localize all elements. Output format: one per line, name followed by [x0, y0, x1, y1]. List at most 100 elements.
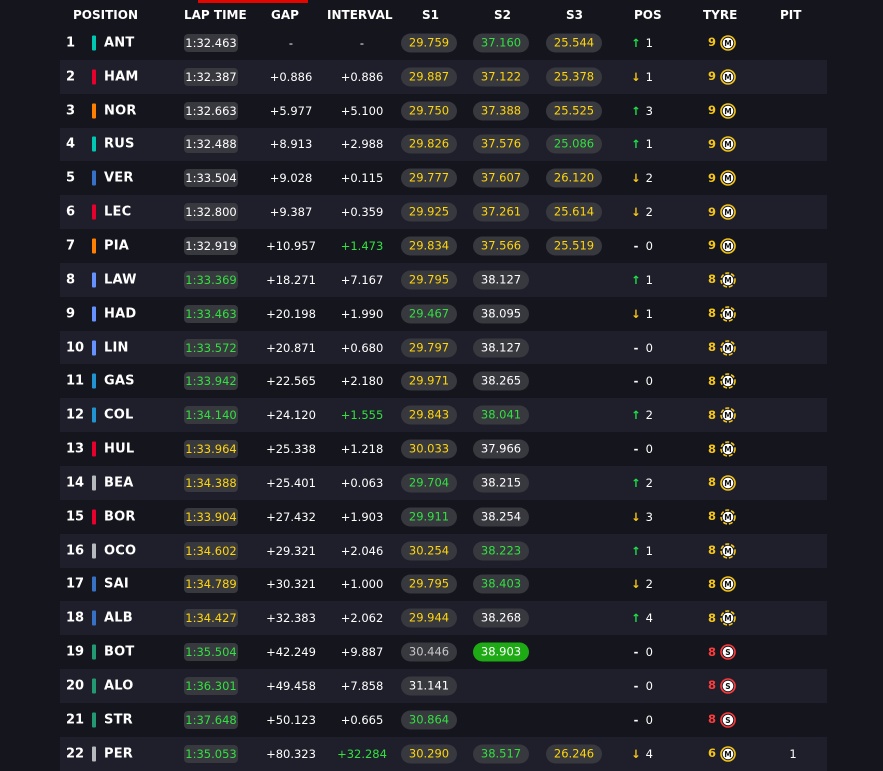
- position-change: ↓ 2: [630, 205, 660, 219]
- table-row[interactable]: 3 NOR 1:32.663 +5.977 +5.100 29.750 37.3…: [60, 93, 827, 128]
- driver-code[interactable]: BOT: [104, 645, 134, 660]
- header-s3[interactable]: S3: [566, 8, 583, 22]
- driver-code[interactable]: LEC: [104, 205, 131, 220]
- table-row[interactable]: 14 BEA 1:34.388 +25.401 +0.063 29.704 38…: [60, 465, 827, 500]
- svg-text:M: M: [724, 208, 731, 217]
- header-tyre[interactable]: TYRE: [703, 8, 737, 22]
- lap-time: 1:33.369: [184, 270, 238, 289]
- driver-code[interactable]: RUS: [104, 137, 135, 152]
- table-row[interactable]: 7 PIA 1:32.919 +10.957 +1.473 29.834 37.…: [60, 229, 827, 263]
- tyre-info: 8M: [704, 373, 744, 390]
- table-row[interactable]: 18 ALB 1:34.427 +32.383 +2.062 29.944 38…: [60, 601, 827, 636]
- sector-2: 38.041: [473, 405, 529, 425]
- driver-code[interactable]: HUL: [104, 442, 134, 457]
- table-row[interactable]: 1 ANT 1:32.463 - - 29.759 37.160 25.544 …: [60, 26, 827, 60]
- interval-value: +0.680: [340, 340, 384, 355]
- driver-code[interactable]: OCO: [104, 543, 136, 558]
- table-row[interactable]: 11 GAS 1:33.942 +22.565 +2.180 29.971 38…: [60, 364, 827, 399]
- driver-code[interactable]: STR: [104, 712, 133, 727]
- table-row[interactable]: 8 LAW 1:33.369 +18.271 +7.167 29.795 38.…: [60, 262, 827, 297]
- driver-code[interactable]: LIN: [104, 340, 129, 355]
- position-arrow-icon: ↓: [631, 171, 641, 186]
- table-row[interactable]: 22 PER 1:35.053 +80.323 +32.284 30.290 3…: [60, 736, 827, 771]
- svg-text:S: S: [725, 648, 730, 657]
- svg-text:M: M: [724, 73, 731, 82]
- header-position[interactable]: POSITION: [73, 8, 138, 22]
- sector-1: 31.141: [401, 676, 457, 696]
- table-row[interactable]: 13 HUL 1:33.964 +25.338 +1.218 30.033 37…: [60, 432, 827, 466]
- driver-code[interactable]: PER: [104, 746, 133, 761]
- position-change: - 0: [630, 341, 660, 355]
- team-color-bar: [92, 712, 96, 728]
- header-interval[interactable]: INTERVAL: [327, 8, 393, 22]
- table-row[interactable]: 5 VER 1:33.504 +9.028 +0.115 29.777 37.6…: [60, 161, 827, 196]
- driver-code[interactable]: BEA: [104, 475, 133, 490]
- table-row[interactable]: 17 SAI 1:34.789 +30.321 +1.000 29.795 38…: [60, 567, 827, 602]
- driver-code[interactable]: PIA: [104, 238, 129, 253]
- svg-text:M: M: [724, 479, 731, 488]
- header-pit[interactable]: PIT: [780, 8, 801, 22]
- sector-2: 38.903: [473, 642, 529, 662]
- position-arrow-icon: -: [633, 678, 639, 693]
- driver-code[interactable]: HAM: [104, 69, 138, 84]
- position-change: - 0: [630, 679, 660, 693]
- driver-code[interactable]: COL: [104, 408, 133, 423]
- tyre-info: 8M: [704, 407, 744, 424]
- driver-code[interactable]: HAD: [104, 306, 136, 321]
- team-color-bar: [92, 340, 96, 356]
- position-arrow-icon: ↑: [631, 611, 641, 626]
- driver-code[interactable]: ALO: [104, 678, 134, 693]
- svg-text:M: M: [724, 310, 731, 319]
- table-row[interactable]: 15 BOR 1:33.904 +27.432 +1.903 29.911 38…: [60, 499, 827, 534]
- driver-code[interactable]: LAW: [104, 272, 137, 287]
- header-s2[interactable]: S2: [494, 8, 511, 22]
- sector-3: 26.246: [546, 744, 602, 764]
- position-number: 14: [66, 475, 85, 491]
- position-delta: 2: [645, 408, 653, 423]
- tyre-age: 8: [707, 373, 716, 388]
- header-pos[interactable]: POS: [634, 8, 662, 22]
- position-number: 22: [66, 746, 85, 762]
- driver-code[interactable]: ANT: [104, 35, 134, 50]
- svg-text:M: M: [724, 276, 731, 285]
- header-s1[interactable]: S1: [422, 8, 439, 22]
- driver-code[interactable]: ALB: [104, 611, 133, 626]
- table-row[interactable]: 16 OCO 1:34.602 +29.321 +2.046 30.254 38…: [60, 533, 827, 568]
- table-row[interactable]: 12 COL 1:34.140 +24.120 +1.555 29.843 38…: [60, 398, 827, 433]
- table-row[interactable]: 2 HAM 1:32.387 +0.886 +0.886 29.887 37.1…: [60, 59, 827, 94]
- table-row[interactable]: 10 LIN 1:33.572 +20.871 +0.680 29.797 38…: [60, 330, 827, 365]
- header-gap[interactable]: GAP: [271, 8, 299, 22]
- interval-value: +2.062: [340, 611, 384, 626]
- position-delta: 1: [645, 69, 653, 84]
- team-color-bar: [92, 170, 96, 186]
- interval-value: +1.990: [340, 306, 384, 321]
- table-row[interactable]: 9 HAD 1:33.463 +20.198 +1.990 29.467 38.…: [60, 296, 827, 331]
- driver-code[interactable]: BOR: [104, 509, 136, 524]
- interval-value: +0.063: [340, 475, 384, 490]
- sector-3: 25.544: [546, 33, 602, 53]
- position-arrow-icon: ↑: [631, 137, 641, 152]
- table-row[interactable]: 20 ALO 1:36.301 +49.458 +7.858 31.141 - …: [60, 669, 827, 703]
- sector-1: 29.795: [401, 574, 457, 594]
- position-arrow-icon: ↓: [631, 205, 641, 220]
- driver-code[interactable]: NOR: [104, 103, 137, 118]
- driver-code[interactable]: SAI: [104, 577, 129, 592]
- table-row[interactable]: 19 BOT 1:35.504 +42.249 +9.887 30.446 38…: [60, 635, 827, 670]
- position-number: 20: [66, 678, 85, 694]
- interval-value: +2.180: [340, 374, 384, 389]
- team-color-bar: [92, 204, 96, 220]
- header-lap-time[interactable]: LAP TIME: [184, 8, 247, 22]
- table-row[interactable]: 4 RUS 1:32.488 +8.913 +2.988 29.826 37.5…: [60, 127, 827, 162]
- table-row[interactable]: 6 LEC 1:32.800 +9.387 +0.359 29.925 37.2…: [60, 195, 827, 230]
- tyre-compound-icon: S: [720, 678, 736, 694]
- driver-code[interactable]: GAS: [104, 374, 135, 389]
- interval-value: +0.359: [340, 205, 384, 220]
- tyre-age: 8: [707, 340, 716, 355]
- driver-code[interactable]: VER: [104, 171, 134, 186]
- team-color-bar: [92, 272, 96, 288]
- table-row[interactable]: 21 STR 1:37.648 +50.123 +0.665 30.864 - …: [60, 702, 827, 737]
- sector-2: 38.127: [473, 270, 529, 290]
- tyre-compound-icon: M: [720, 35, 736, 51]
- gap-value: +30.321: [266, 577, 316, 592]
- tyre-age: 8: [707, 610, 716, 625]
